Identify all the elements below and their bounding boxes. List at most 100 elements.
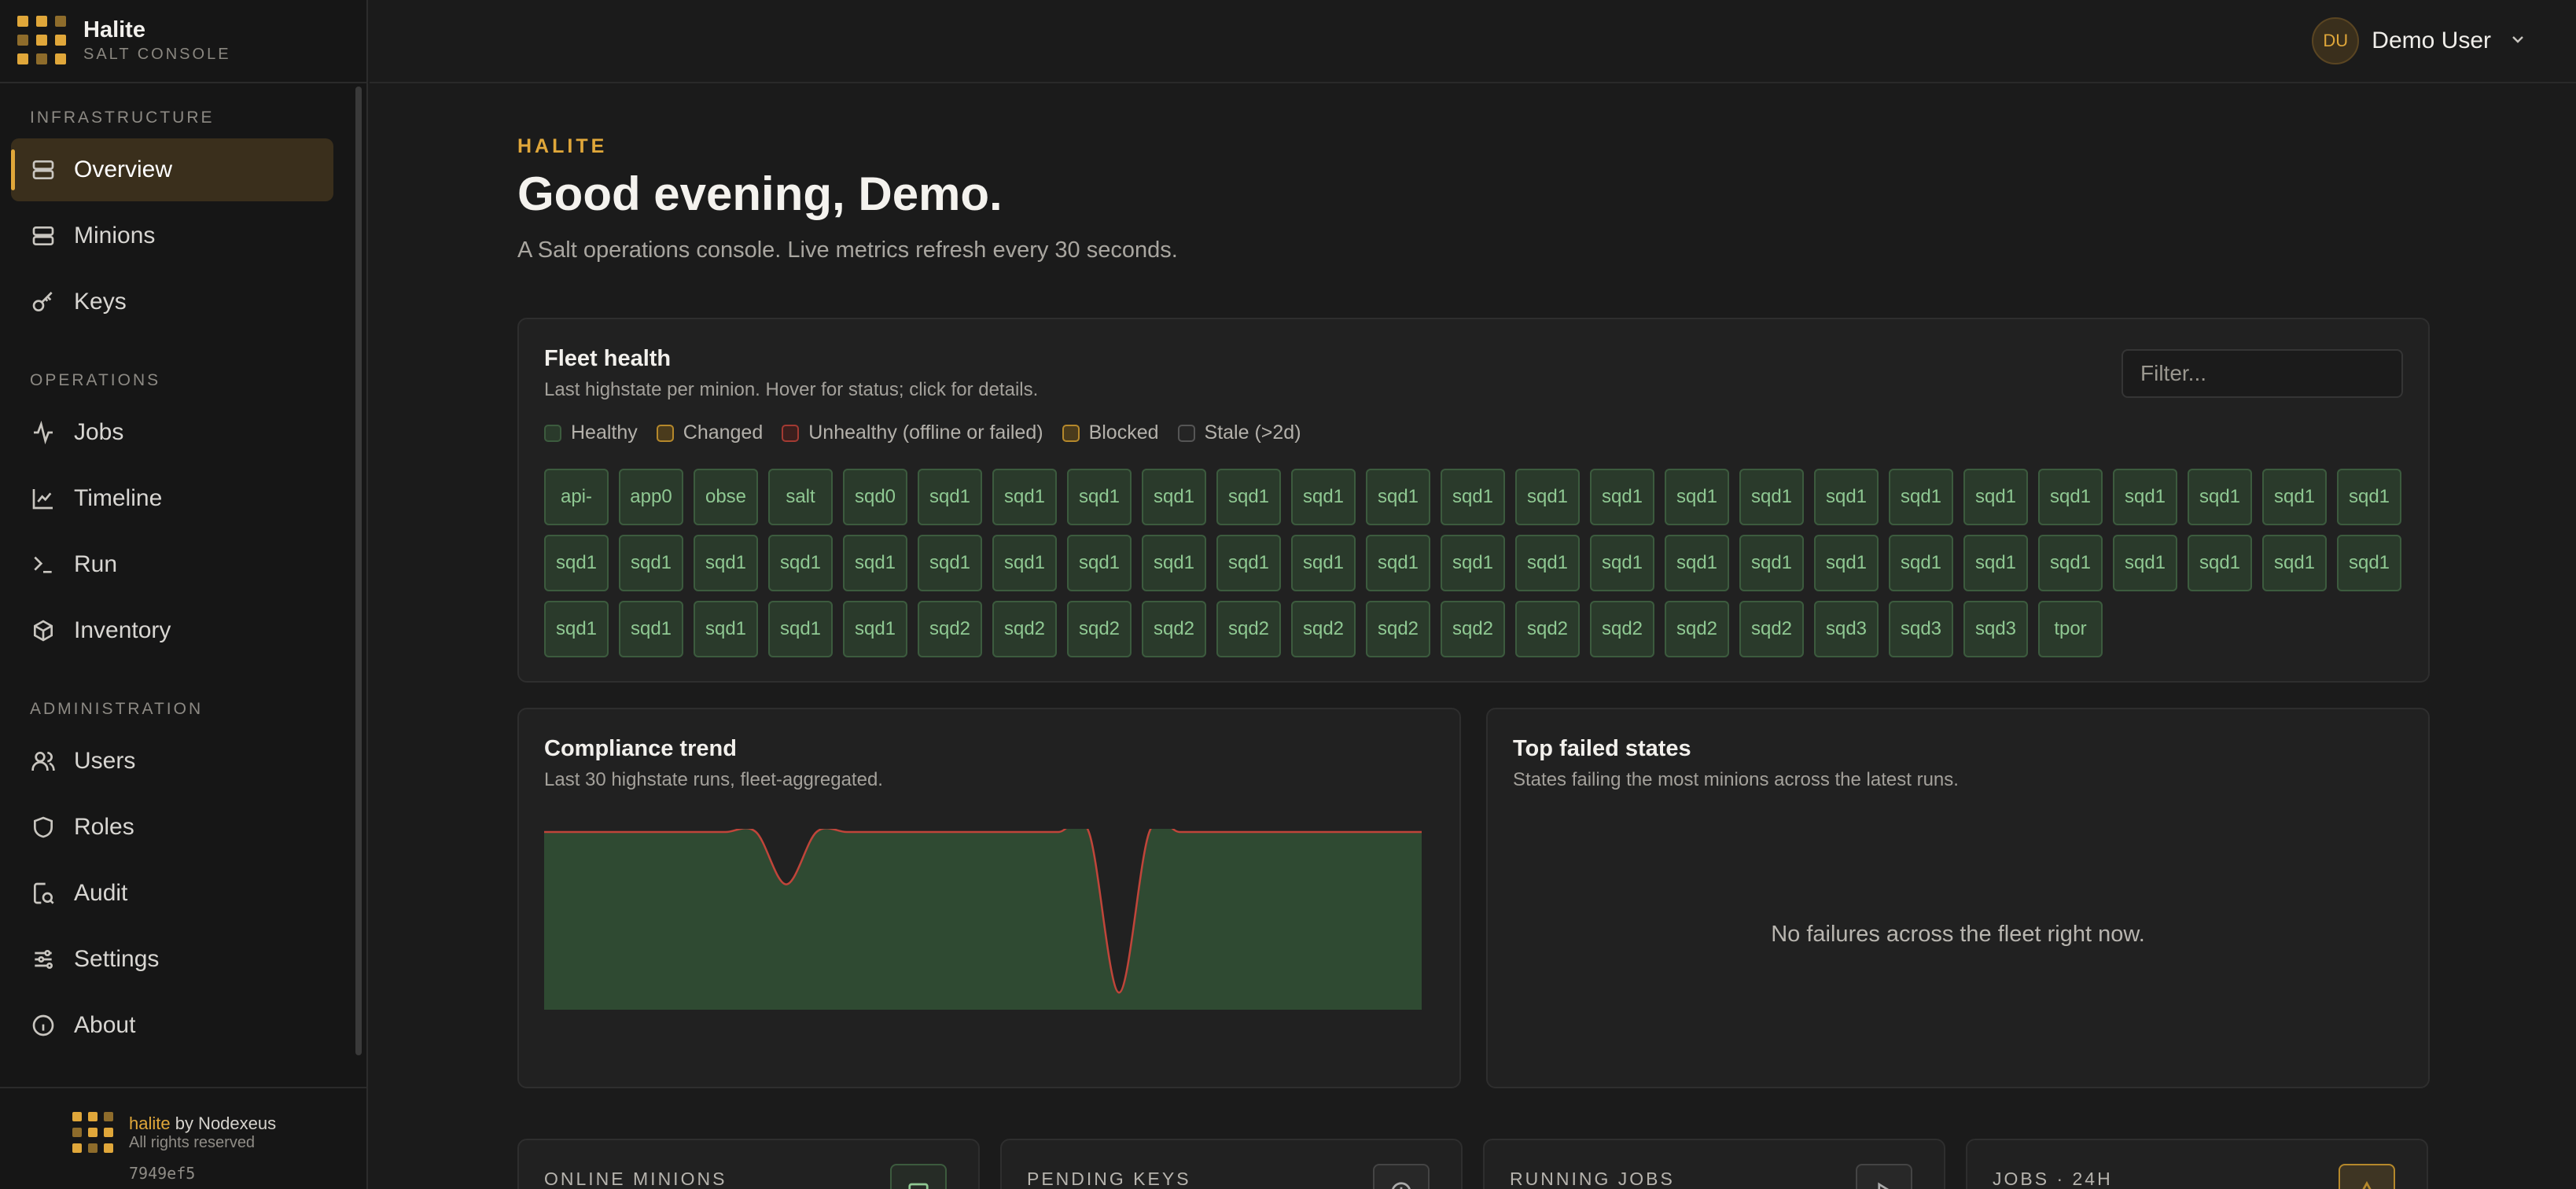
minion-tile[interactable]: sqd1: [1216, 469, 1281, 525]
minion-tile[interactable]: sqd1: [619, 535, 683, 591]
minion-tile[interactable]: sqd1: [2188, 469, 2252, 525]
stat-card-jobs-24h[interactable]: JOBS · 24H: [1966, 1139, 2428, 1189]
filter-input[interactable]: [2122, 349, 2403, 398]
minion-tile[interactable]: sqd0: [843, 469, 907, 525]
minion-tile[interactable]: obse: [694, 469, 758, 525]
minion-tile[interactable]: salt: [768, 469, 833, 525]
minion-tile[interactable]: sqd1: [1142, 469, 1206, 525]
minion-tile[interactable]: sqd1: [2038, 535, 2103, 591]
minion-tile[interactable]: tpor: [2038, 601, 2103, 657]
failed-states-empty-message: No failures across the fleet right now.: [1771, 922, 2145, 947]
minion-tile[interactable]: sqd3: [1889, 601, 1953, 657]
sidebar-item-audit[interactable]: Audit: [11, 862, 333, 925]
minion-tile[interactable]: sqd1: [1067, 469, 1132, 525]
sidebar-item-timeline[interactable]: Timeline: [11, 467, 333, 530]
minion-tile[interactable]: sqd2: [992, 601, 1057, 657]
minion-tile[interactable]: sqd1: [694, 601, 758, 657]
minion-tile[interactable]: sqd1: [1739, 535, 1804, 591]
stat-card-running-jobs[interactable]: RUNNING JOBS: [1483, 1139, 1945, 1189]
minion-tile[interactable]: sqd1: [619, 601, 683, 657]
minion-tile[interactable]: sqd1: [1963, 469, 2028, 525]
minion-tile[interactable]: sqd2: [1665, 601, 1729, 657]
minion-tile[interactable]: sqd2: [1142, 601, 1206, 657]
footer-by: by Nodexeus: [170, 1114, 277, 1133]
minion-tile[interactable]: sqd2: [918, 601, 982, 657]
minion-tile[interactable]: sqd1: [1590, 469, 1654, 525]
sidebar-item-jobs[interactable]: Jobs: [11, 401, 333, 464]
minion-tile[interactable]: sqd1: [768, 601, 833, 657]
sidebar-item-roles[interactable]: Roles: [11, 796, 333, 859]
minion-tile[interactable]: sqd1: [1814, 469, 1879, 525]
minion-tile[interactable]: sqd1: [1142, 535, 1206, 591]
minion-tile[interactable]: sqd1: [2337, 469, 2401, 525]
minion-tile[interactable]: sqd2: [1216, 601, 1281, 657]
stat-card-online-minions[interactable]: ONLINE MINIONS: [517, 1139, 980, 1189]
minion-tile[interactable]: sqd1: [1366, 469, 1430, 525]
sidebar-nav: INFRASTRUCTURE Overview Minions Keys OPERATI…: [0, 102, 354, 1057]
minion-tile[interactable]: sqd1: [2262, 535, 2327, 591]
minion-tile[interactable]: sqd1: [2337, 535, 2401, 591]
minion-tile[interactable]: sqd3: [1814, 601, 1879, 657]
minion-tile[interactable]: sqd1: [2113, 469, 2177, 525]
fleet-health-card: Fleet health Last highstate per minion. …: [517, 318, 2430, 683]
user-menu[interactable]: DU Demo User: [2312, 16, 2527, 66]
minion-tile[interactable]: sqd1: [992, 535, 1057, 591]
minion-tile[interactable]: sqd1: [544, 535, 609, 591]
minion-tile[interactable]: sqd1: [694, 535, 758, 591]
minion-tile[interactable]: sqd1: [1291, 469, 1356, 525]
server-icon: [890, 1164, 947, 1189]
minion-tile[interactable]: sqd1: [1441, 535, 1505, 591]
minion-tile[interactable]: sqd1: [2038, 469, 2103, 525]
sliders-icon: [30, 946, 57, 973]
fleet-health-subtitle: Last highstate per minion. Hover for sta…: [544, 379, 1039, 400]
minion-tile[interactable]: sqd1: [1665, 469, 1729, 525]
minion-tile[interactable]: sqd1: [918, 535, 982, 591]
minion-tile[interactable]: sqd1: [2113, 535, 2177, 591]
minion-tile[interactable]: sqd2: [1441, 601, 1505, 657]
minion-tile[interactable]: sqd1: [843, 601, 907, 657]
minion-tile[interactable]: sqd1: [1889, 535, 1953, 591]
minion-tile[interactable]: sqd1: [918, 469, 982, 525]
minion-tile[interactable]: sqd1: [1291, 535, 1356, 591]
minion-tile[interactable]: sqd1: [1590, 535, 1654, 591]
sidebar-item-keys[interactable]: Keys: [11, 271, 333, 333]
sidebar-scrollbar[interactable]: [355, 87, 362, 1055]
minion-tile[interactable]: sqd1: [1216, 535, 1281, 591]
minion-tile[interactable]: sqd1: [1515, 469, 1580, 525]
minion-tile[interactable]: sqd2: [1739, 601, 1804, 657]
sidebar-item-settings[interactable]: Settings: [11, 928, 333, 991]
minion-tile[interactable]: sqd2: [1067, 601, 1132, 657]
minion-tile[interactable]: sqd2: [1366, 601, 1430, 657]
minion-tile[interactable]: api-: [544, 469, 609, 525]
sidebar-item-overview[interactable]: Overview: [11, 138, 333, 201]
footer-credit: halite by Nodexeus: [129, 1114, 276, 1134]
sidebar-item-run[interactable]: Run: [11, 533, 333, 596]
brand[interactable]: Halite SALT CONSOLE: [0, 0, 366, 83]
minion-tile[interactable]: sqd1: [768, 535, 833, 591]
minion-tile[interactable]: app0: [619, 469, 683, 525]
stat-card-pending-keys[interactable]: PENDING KEYS: [1000, 1139, 1463, 1189]
minion-tile[interactable]: sqd2: [1291, 601, 1356, 657]
minion-tile[interactable]: sqd1: [2188, 535, 2252, 591]
sidebar-item-minions[interactable]: Minions: [11, 204, 333, 267]
minion-tile[interactable]: sqd1: [1739, 469, 1804, 525]
minion-tile[interactable]: sqd1: [1665, 535, 1729, 591]
minion-tile[interactable]: sqd1: [1963, 535, 2028, 591]
sidebar-item-about[interactable]: About: [11, 994, 333, 1057]
minion-tile[interactable]: sqd1: [2262, 469, 2327, 525]
minion-tile[interactable]: sqd1: [1889, 469, 1953, 525]
minion-tile[interactable]: sqd1: [1515, 535, 1580, 591]
footer-product[interactable]: halite: [129, 1114, 171, 1133]
minion-tile[interactable]: sqd1: [992, 469, 1057, 525]
minion-tile[interactable]: sqd1: [1814, 535, 1879, 591]
minion-tile[interactable]: sqd1: [1441, 469, 1505, 525]
minion-tile[interactable]: sqd1: [544, 601, 609, 657]
sidebar-item-inventory[interactable]: Inventory: [11, 599, 333, 662]
minion-tile[interactable]: sqd1: [1366, 535, 1430, 591]
sidebar-item-users[interactable]: Users: [11, 730, 333, 793]
minion-tile[interactable]: sqd1: [843, 535, 907, 591]
minion-tile[interactable]: sqd3: [1963, 601, 2028, 657]
minion-tile[interactable]: sqd2: [1515, 601, 1580, 657]
minion-tile[interactable]: sqd2: [1590, 601, 1654, 657]
minion-tile[interactable]: sqd1: [1067, 535, 1132, 591]
